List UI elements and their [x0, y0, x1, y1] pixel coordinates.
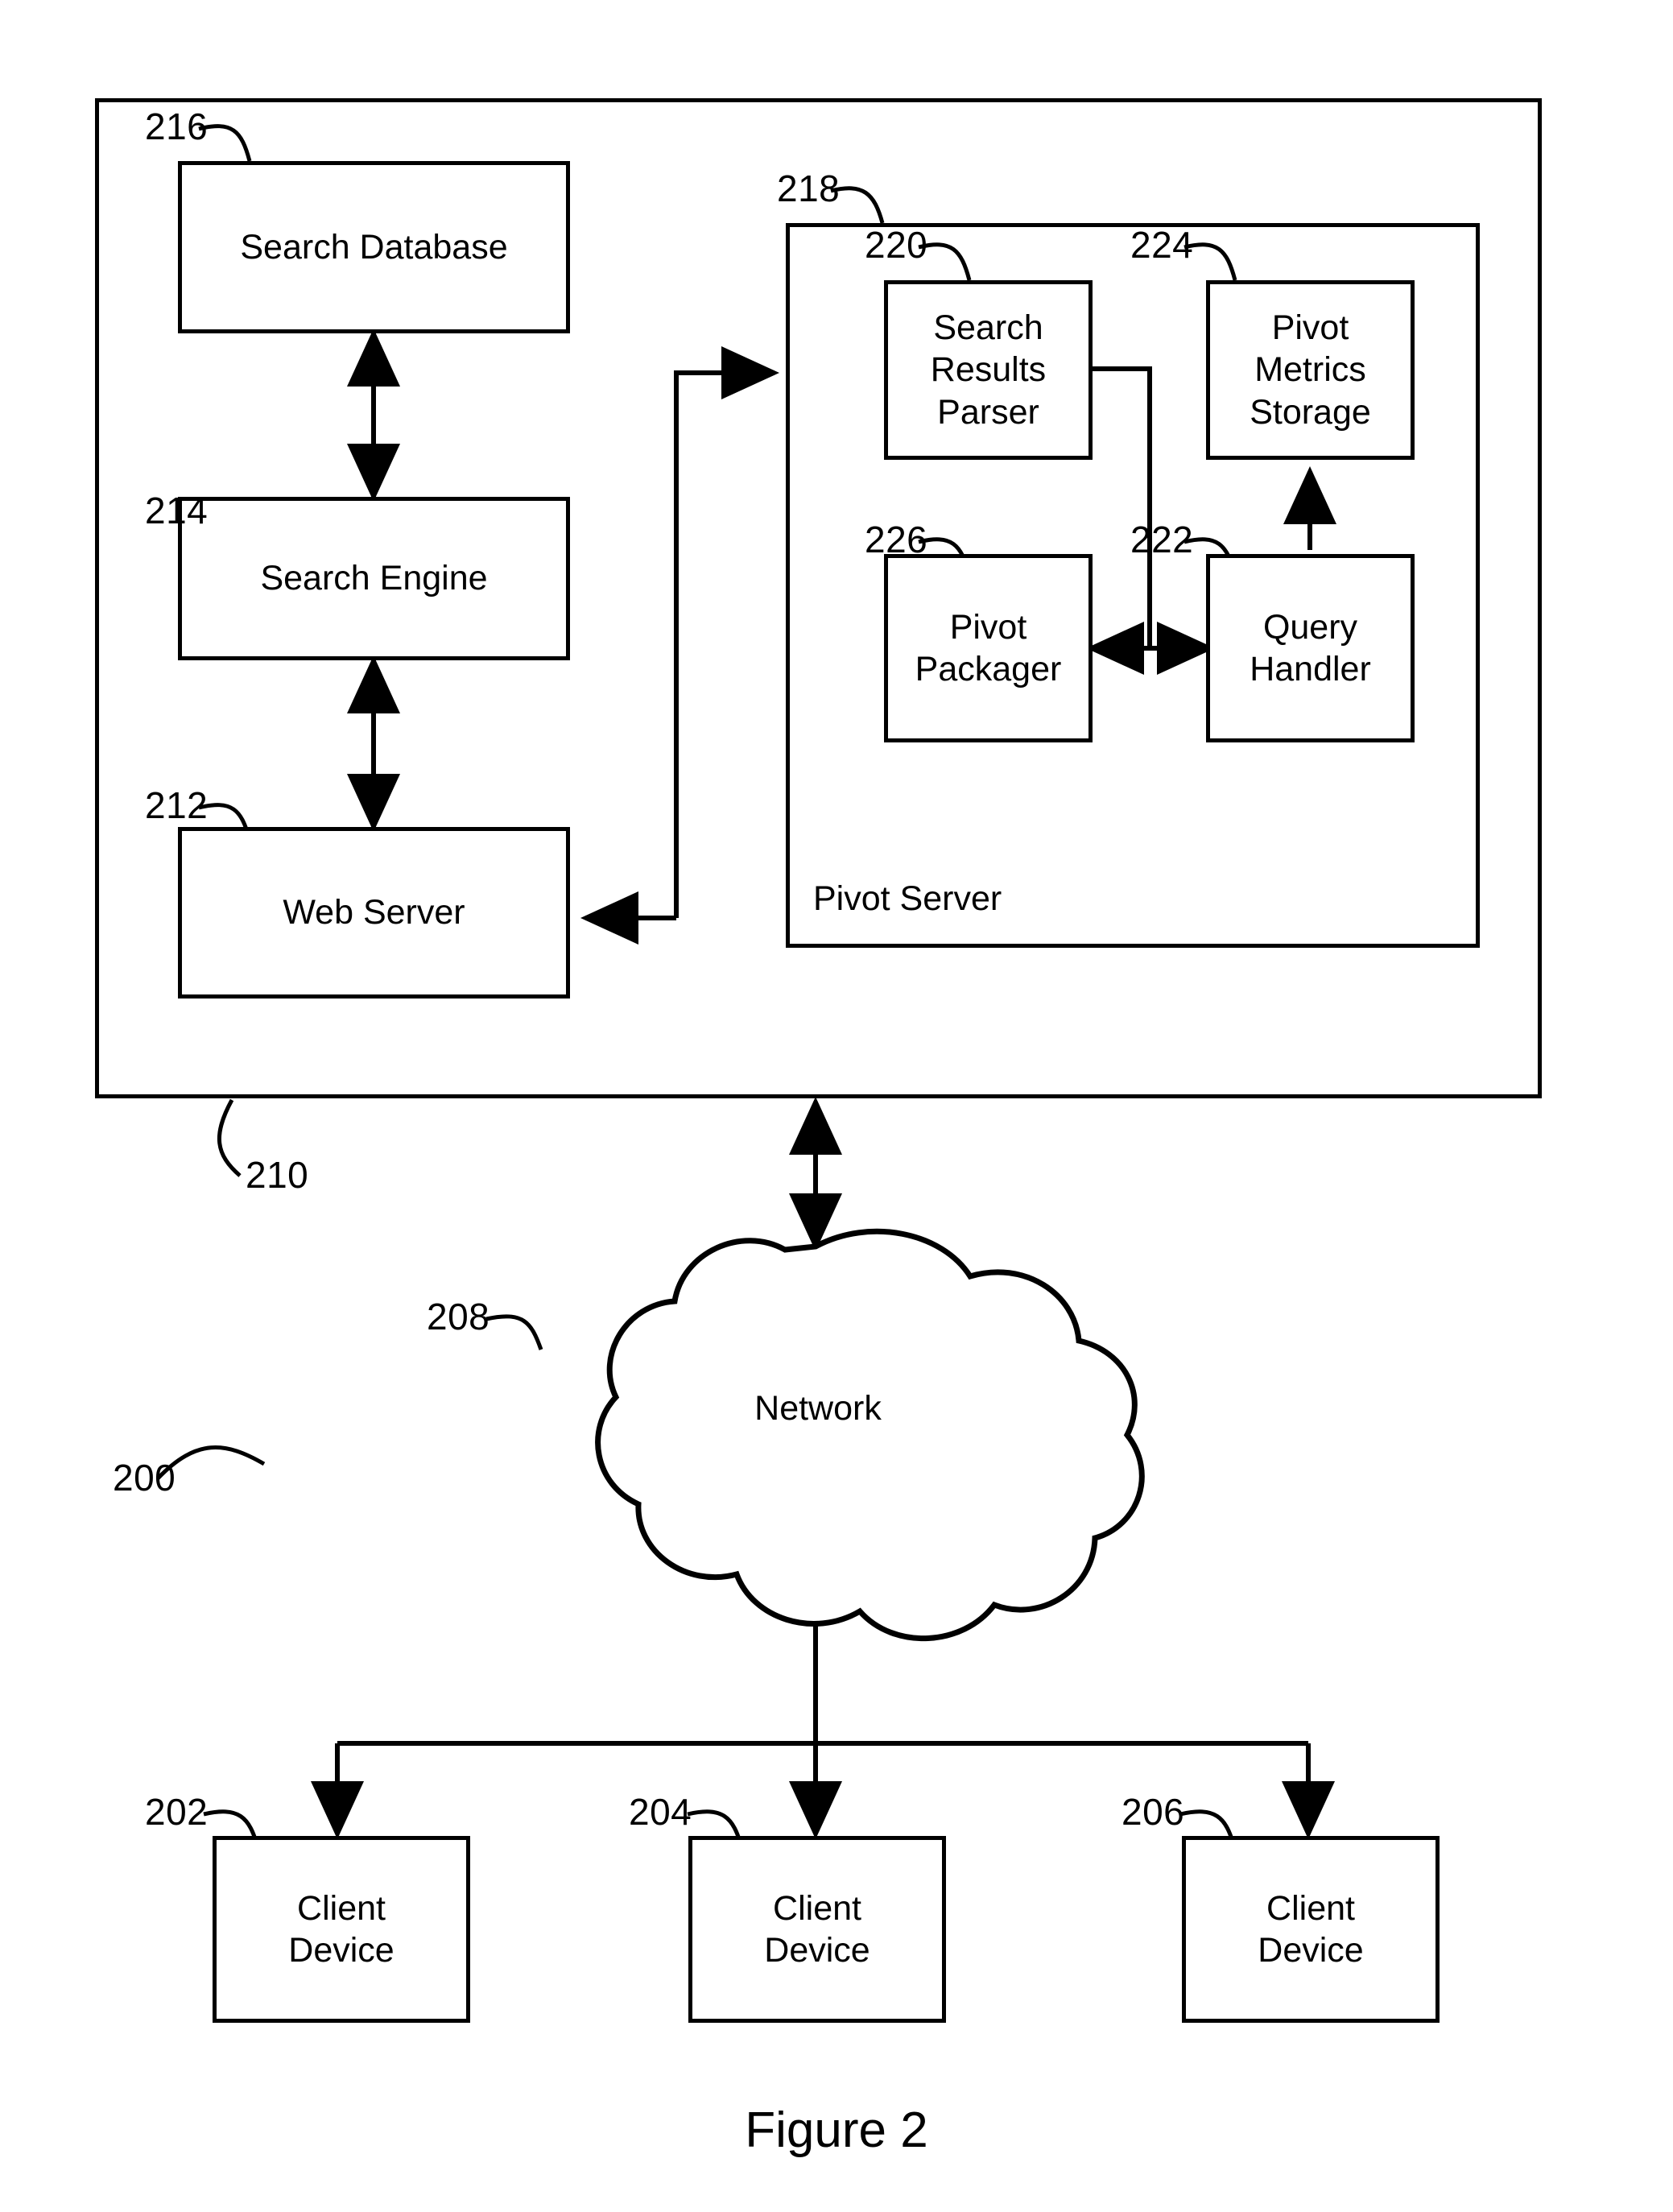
node-query-handler: Query Handler: [1206, 554, 1415, 742]
search-database-label: Search Database: [240, 227, 508, 267]
ref-226: 226: [865, 519, 928, 560]
pivot-server-label: Pivot Server: [813, 879, 1002, 918]
node-client-device-3: Client Device: [1182, 1836, 1440, 2023]
leader-208: [485, 1314, 543, 1350]
ref-220: 220: [865, 224, 928, 266]
ref-208: 208: [427, 1296, 490, 1338]
ref-206: 206: [1122, 1791, 1185, 1833]
search-results-parser-label: Search Results Parser: [930, 308, 1047, 432]
pivot-packager-label: Pivot Packager: [915, 607, 1062, 688]
search-engine-label: Search Engine: [260, 559, 488, 598]
ref-216: 216: [145, 105, 209, 147]
client-device-2-label: Client Device: [764, 1888, 870, 1970]
ref-210: 210: [246, 1154, 309, 1196]
figure-caption: Figure 2: [745, 2102, 928, 2158]
network-cloud-shape: [595, 1228, 1145, 1642]
node-pivot-packager: Pivot Packager: [884, 554, 1093, 742]
node-search-engine: Search Engine: [178, 497, 570, 660]
node-client-device-2: Client Device: [688, 1836, 946, 2023]
ref-204: 204: [629, 1791, 692, 1833]
ref-214: 214: [145, 490, 209, 531]
ref-212: 212: [145, 784, 209, 826]
node-search-database: Search Database: [178, 161, 570, 333]
pivot-metrics-storage-label: Pivot Metrics Storage: [1250, 308, 1371, 432]
node-client-device-1: Client Device: [213, 1836, 470, 2023]
node-web-server: Web Server: [178, 827, 570, 999]
ref-218: 218: [777, 167, 841, 209]
ref-200: 200: [113, 1457, 176, 1499]
node-pivot-metrics-storage: Pivot Metrics Storage: [1206, 280, 1415, 460]
client-device-1-label: Client Device: [288, 1888, 394, 1970]
leader-210: [217, 1098, 242, 1177]
ref-222: 222: [1130, 519, 1194, 560]
ref-224: 224: [1130, 224, 1194, 266]
web-server-label: Web Server: [283, 893, 465, 932]
patent-figure-page: Pivot Server Search Database Search Engi…: [0, 0, 1673, 2212]
query-handler-label: Query Handler: [1250, 607, 1371, 688]
ref-202: 202: [145, 1791, 209, 1833]
client-device-3-label: Client Device: [1258, 1888, 1364, 1970]
network-label: Network: [754, 1389, 882, 1428]
node-search-results-parser: Search Results Parser: [884, 280, 1093, 460]
